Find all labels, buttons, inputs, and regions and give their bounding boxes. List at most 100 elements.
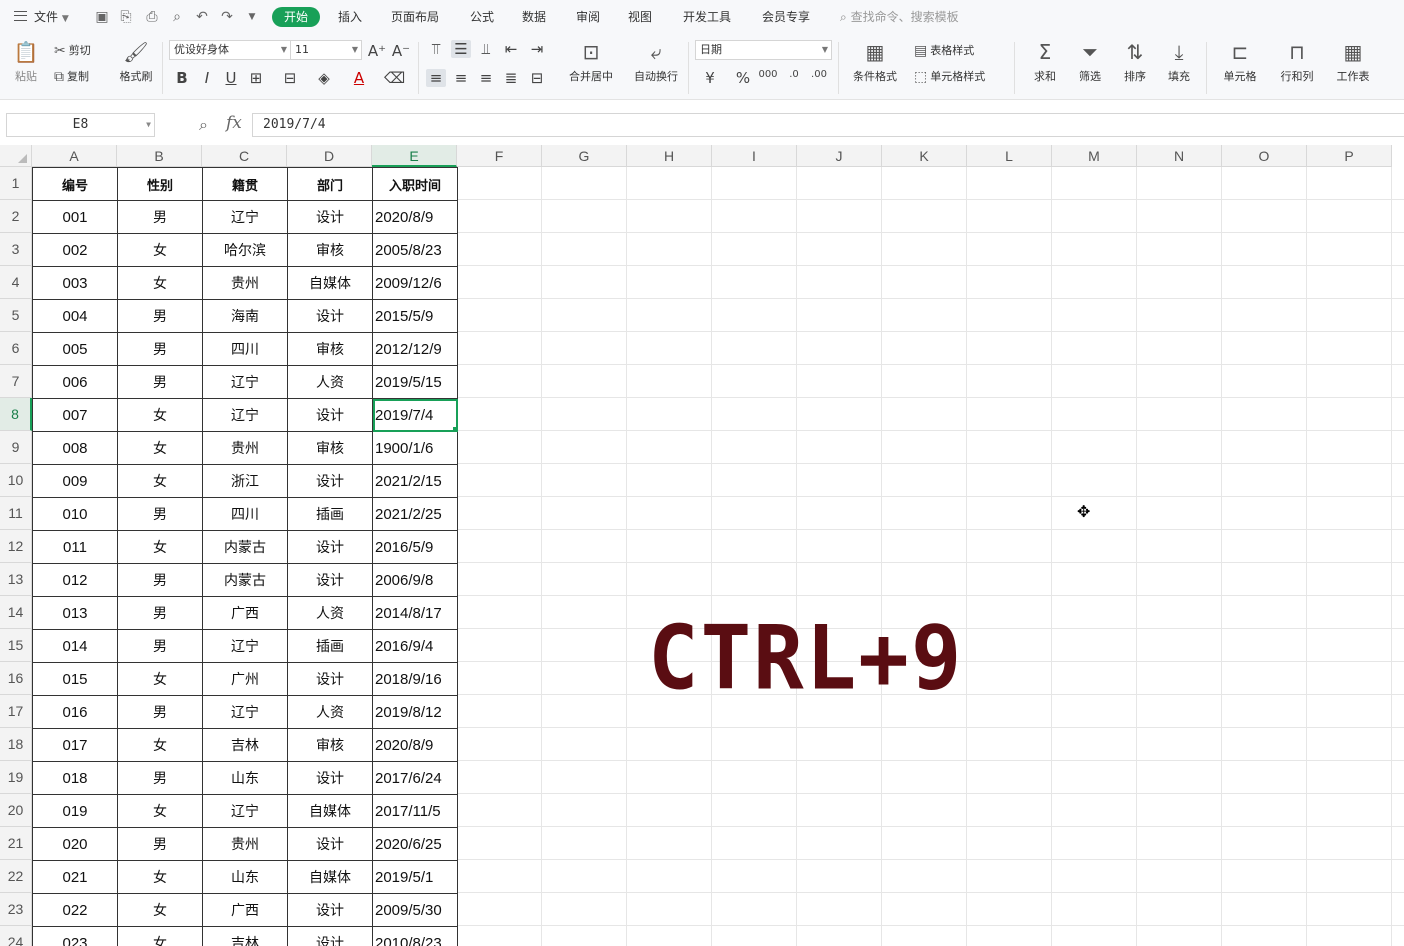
row-header-10[interactable]: 10: [0, 464, 32, 497]
column-header-m[interactable]: M: [1052, 145, 1137, 167]
row-header-1[interactable]: 1: [0, 167, 32, 200]
cell-b3[interactable]: 女: [117, 233, 203, 267]
cell-d7[interactable]: 人资: [287, 365, 373, 399]
column-header-p[interactable]: P: [1307, 145, 1392, 167]
cell-a21[interactable]: 020: [32, 827, 118, 861]
cell-d3[interactable]: 审核: [287, 233, 373, 267]
cell-a4[interactable]: 003: [32, 266, 118, 300]
print-preview-icon[interactable]: ⌕: [169, 9, 185, 25]
increase-font-icon[interactable]: A⁺: [367, 42, 387, 60]
cell-c18[interactable]: 吉林: [202, 728, 288, 762]
cell-b18[interactable]: 女: [117, 728, 203, 762]
cell-e11[interactable]: 2021/2/25: [372, 497, 458, 531]
cell-c22[interactable]: 山东: [202, 860, 288, 894]
row-header-21[interactable]: 21: [0, 827, 32, 860]
wrap-text-button[interactable]: ⤶ 自动换行: [630, 40, 682, 84]
header-cell-a1[interactable]: 编号: [32, 167, 118, 201]
fx-icon[interactable]: fx: [226, 113, 242, 133]
cell-d18[interactable]: 审核: [287, 728, 373, 762]
cell-b5[interactable]: 男: [117, 299, 203, 333]
tab-member[interactable]: 会员专享: [762, 8, 810, 25]
distributed-icon[interactable]: ⊟: [527, 69, 547, 87]
column-header-i[interactable]: I: [712, 145, 797, 167]
cell-b8[interactable]: 女: [117, 398, 203, 432]
print-icon[interactable]: ⎙: [144, 9, 160, 25]
cell-c2[interactable]: 辽宁: [202, 200, 288, 234]
column-header-d[interactable]: D: [287, 145, 372, 167]
font-size-select[interactable]: 11 ▼: [290, 40, 362, 60]
tab-home[interactable]: 开始: [272, 7, 321, 27]
tab-page-layout[interactable]: 页面布局: [391, 8, 439, 25]
cell-c17[interactable]: 辽宁: [202, 695, 288, 729]
cell-c3[interactable]: 哈尔滨: [202, 233, 288, 267]
cell-b7[interactable]: 男: [117, 365, 203, 399]
cell-e18[interactable]: 2020/8/9: [372, 728, 458, 762]
italic-icon[interactable]: I: [197, 69, 217, 87]
quick-access-dropdown-icon[interactable]: ▼: [244, 9, 260, 25]
cell-e12[interactable]: 2016/5/9: [372, 530, 458, 564]
cell-b10[interactable]: 女: [117, 464, 203, 498]
cell-c24[interactable]: 吉林: [202, 926, 288, 946]
menu-file[interactable]: 文件 ▼: [34, 8, 69, 25]
column-header-k[interactable]: K: [882, 145, 967, 167]
row-header-13[interactable]: 13: [0, 563, 32, 596]
cell-a23[interactable]: 022: [32, 893, 118, 927]
row-header-24[interactable]: 24: [0, 926, 32, 946]
cell-d9[interactable]: 审核: [287, 431, 373, 465]
tab-view[interactable]: 视图: [628, 8, 652, 25]
cell-d21[interactable]: 设计: [287, 827, 373, 861]
tab-developer[interactable]: 开发工具: [683, 8, 731, 25]
cell-a2[interactable]: 001: [32, 200, 118, 234]
cell-c21[interactable]: 贵州: [202, 827, 288, 861]
column-header-n[interactable]: N: [1137, 145, 1222, 167]
cell-a17[interactable]: 016: [32, 695, 118, 729]
cell-d20[interactable]: 自媒体: [287, 794, 373, 828]
row-header-17[interactable]: 17: [0, 695, 32, 728]
fill-button[interactable]: ⤓ 填充: [1160, 40, 1198, 84]
fill-pattern-icon[interactable]: ⊟: [280, 69, 300, 87]
cell-c7[interactable]: 辽宁: [202, 365, 288, 399]
cell-d8[interactable]: 设计: [287, 398, 373, 432]
cell-b11[interactable]: 男: [117, 497, 203, 531]
row-header-20[interactable]: 20: [0, 794, 32, 827]
cell-b14[interactable]: 男: [117, 596, 203, 630]
align-middle-icon[interactable]: ☰: [451, 40, 471, 58]
cell-e13[interactable]: 2006/9/8: [372, 563, 458, 597]
zoom-search-icon[interactable]: ⌕: [199, 115, 208, 135]
cell-c20[interactable]: 辽宁: [202, 794, 288, 828]
cell-e20[interactable]: 2017/11/5: [372, 794, 458, 828]
export-icon[interactable]: ⎘: [118, 9, 134, 25]
cell-a18[interactable]: 017: [32, 728, 118, 762]
bold-icon[interactable]: B: [172, 69, 192, 87]
cell-c11[interactable]: 四川: [202, 497, 288, 531]
font-color-icon[interactable]: A: [349, 69, 369, 87]
cell-a13[interactable]: 012: [32, 563, 118, 597]
name-box[interactable]: E8 ▼: [6, 113, 155, 137]
row-header-2[interactable]: 2: [0, 200, 32, 233]
cell-style-button[interactable]: ⬚ 单元格样式: [914, 68, 985, 85]
cell-d24[interactable]: 设计: [287, 926, 373, 946]
table-style-button[interactable]: ▤ 表格样式: [914, 42, 974, 59]
row-header-11[interactable]: 11: [0, 497, 32, 530]
cell-a16[interactable]: 015: [32, 662, 118, 696]
row-header-22[interactable]: 22: [0, 860, 32, 893]
cell-c6[interactable]: 四川: [202, 332, 288, 366]
cell-a22[interactable]: 021: [32, 860, 118, 894]
header-cell-c1[interactable]: 籍贯: [202, 167, 288, 201]
cell-a24[interactable]: 023: [32, 926, 118, 946]
merge-center-button[interactable]: ⊡ 合并居中: [562, 40, 620, 84]
cell-c13[interactable]: 内蒙古: [202, 563, 288, 597]
row-header-19[interactable]: 19: [0, 761, 32, 794]
paste-button[interactable]: 📋 粘贴: [8, 40, 44, 84]
cell-a7[interactable]: 006: [32, 365, 118, 399]
row-header-23[interactable]: 23: [0, 893, 32, 926]
cell-e23[interactable]: 2009/5/30: [372, 893, 458, 927]
align-bottom-icon[interactable]: ⫫: [476, 40, 496, 58]
cell-a20[interactable]: 019: [32, 794, 118, 828]
cell-c10[interactable]: 浙江: [202, 464, 288, 498]
align-top-icon[interactable]: ⫪: [426, 40, 446, 58]
cell-e16[interactable]: 2018/9/16: [372, 662, 458, 696]
cell-a14[interactable]: 013: [32, 596, 118, 630]
cell-d14[interactable]: 人资: [287, 596, 373, 630]
cell-a11[interactable]: 010: [32, 497, 118, 531]
